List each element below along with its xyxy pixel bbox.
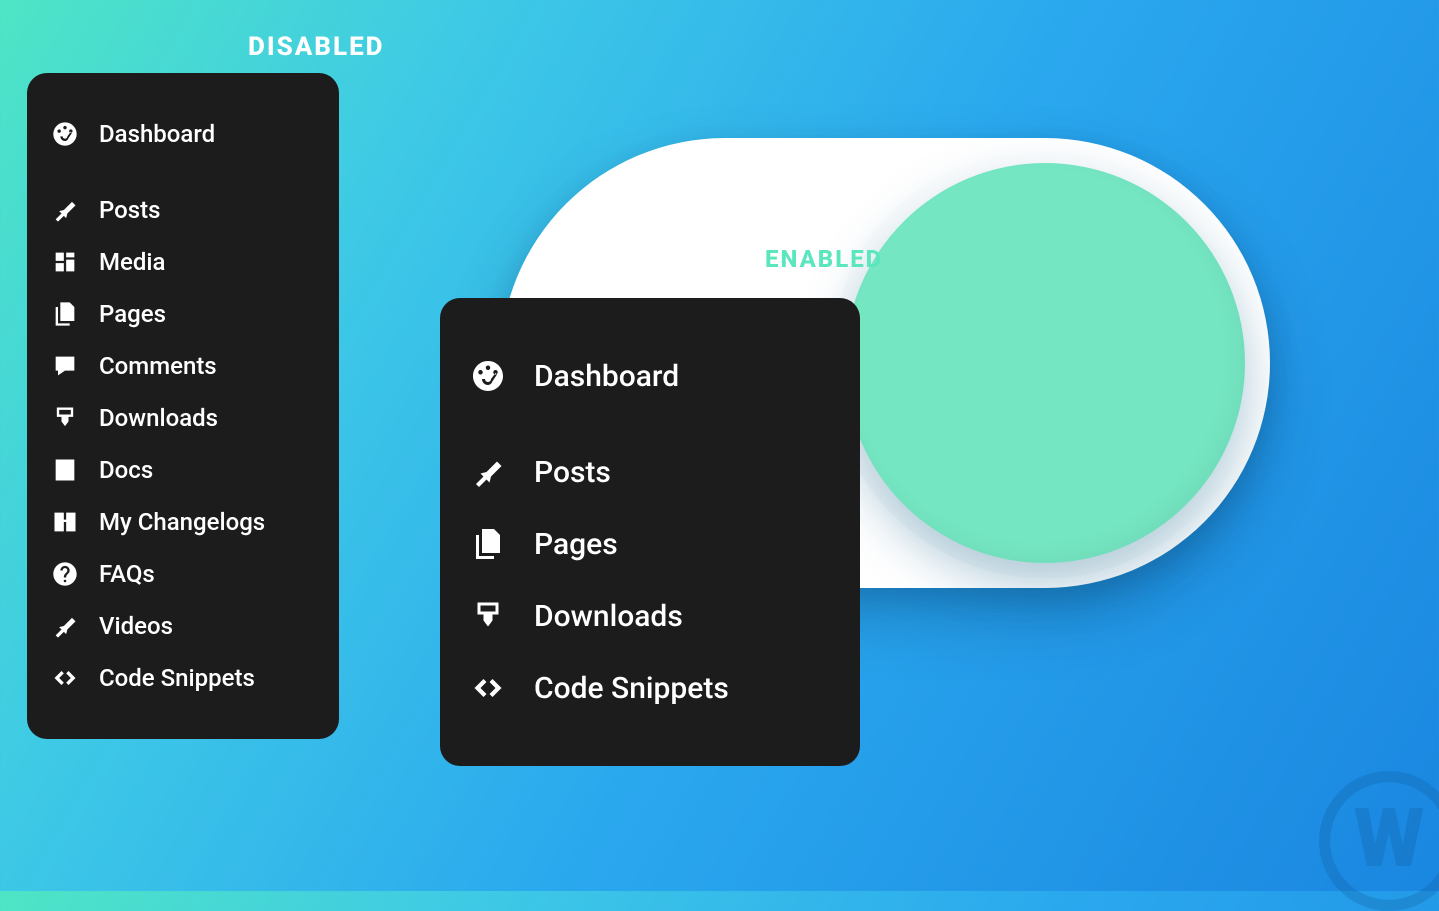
comment-icon [51, 352, 79, 380]
dashboard-icon [51, 120, 79, 148]
menu-item-dashboard[interactable]: Dashboard [466, 340, 834, 412]
changelog-icon [51, 508, 79, 536]
menu-label: FAQs [99, 560, 155, 588]
menu-item-snippets[interactable]: Code Snippets [47, 652, 319, 704]
menu-item-videos[interactable]: Videos [47, 600, 319, 652]
svg-text:W: W [1354, 791, 1425, 886]
download-icon [470, 598, 506, 634]
menu-item-pages[interactable]: Pages [47, 288, 319, 340]
pin-icon [51, 196, 79, 224]
watermark-logo: W [1319, 771, 1439, 911]
media-icon [51, 248, 79, 276]
menu-item-changelogs[interactable]: My Changelogs [47, 496, 319, 548]
menu-item-faqs[interactable]: FAQs [47, 548, 319, 600]
menu-item-downloads[interactable]: Downloads [47, 392, 319, 444]
menu-item-media[interactable]: Media [47, 236, 319, 288]
menu-label: Downloads [534, 599, 683, 634]
menu-item-posts[interactable]: Posts [466, 436, 834, 508]
menu-item-posts[interactable]: Posts [47, 184, 319, 236]
menu-label: Dashboard [99, 120, 215, 148]
download-icon [51, 404, 79, 432]
menu-label: My Changelogs [99, 508, 265, 536]
menu-label: Comments [99, 352, 217, 380]
enabled-label: ENABLED [765, 245, 883, 273]
menu-item-docs[interactable]: Docs [47, 444, 319, 496]
sidebar-enabled-state: Dashboard Posts Pages Downloads Code Sni… [440, 298, 860, 766]
code-icon [470, 670, 506, 706]
menu-item-snippets[interactable]: Code Snippets [466, 652, 834, 724]
toggle-knob[interactable] [845, 163, 1245, 563]
sidebar-disabled-state: Dashboard Posts Media Pages Comments Dow… [27, 73, 339, 739]
code-icon [51, 664, 79, 692]
menu-label: Dashboard [534, 359, 679, 394]
docs-icon [51, 456, 79, 484]
menu-item-comments[interactable]: Comments [47, 340, 319, 392]
pin-icon [51, 612, 79, 640]
menu-label: Pages [534, 527, 618, 562]
pages-icon [470, 526, 506, 562]
menu-item-dashboard[interactable]: Dashboard [47, 108, 319, 160]
dashboard-icon [470, 358, 506, 394]
menu-item-downloads[interactable]: Downloads [466, 580, 834, 652]
disabled-label: DISABLED [248, 32, 385, 62]
menu-item-pages[interactable]: Pages [466, 508, 834, 580]
menu-label: Pages [99, 300, 166, 328]
pages-icon [51, 300, 79, 328]
menu-label: Docs [99, 456, 153, 484]
menu-label: Posts [534, 455, 611, 490]
menu-label: Posts [99, 196, 160, 224]
menu-label: Code Snippets [99, 664, 255, 692]
menu-label: Downloads [99, 404, 218, 432]
menu-label: Code Snippets [534, 671, 729, 706]
help-icon [51, 560, 79, 588]
menu-label: Videos [99, 612, 173, 640]
pin-icon [470, 454, 506, 490]
menu-label: Media [99, 248, 165, 276]
